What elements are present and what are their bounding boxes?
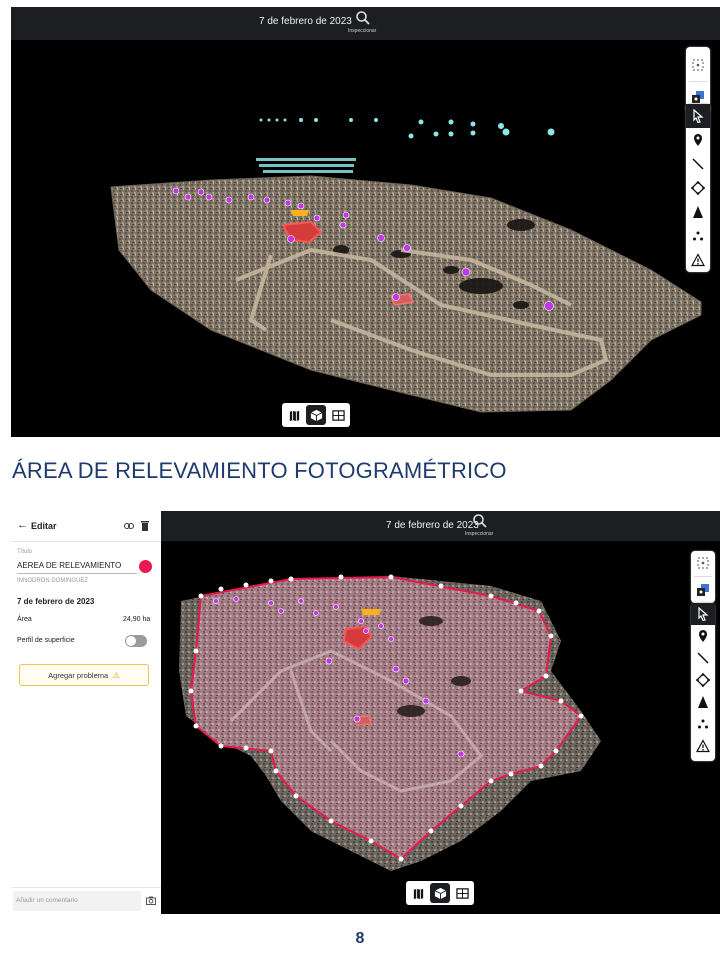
camera-toolbar (691, 551, 715, 603)
edit-panel: ← Editar Título AEREA DE RELEVAMIENTO IN… (11, 511, 162, 914)
terrain-model[interactable] (11, 40, 720, 437)
cursor-icon[interactable] (686, 104, 710, 128)
yellow-marker (361, 609, 381, 615)
dots-icon[interactable] (686, 224, 710, 248)
pin-icon[interactable] (691, 625, 715, 647)
title-field-label: Título (17, 549, 33, 555)
dots-icon[interactable] (691, 713, 715, 735)
inspect-icon[interactable] (355, 10, 371, 26)
focus-icon[interactable] (691, 551, 715, 575)
map-view-icon[interactable] (408, 883, 428, 903)
measure-toolbar (686, 104, 710, 272)
camera-icon[interactable] (146, 896, 156, 905)
3d-view-icon[interactable] (430, 883, 450, 903)
surface-profile-toggle[interactable] (125, 635, 147, 647)
split-view-icon[interactable] (452, 883, 472, 903)
inspect-label[interactable]: Inspeccionar (348, 28, 376, 34)
survey-area-polygon[interactable] (189, 575, 583, 861)
inspect-icon[interactable] (472, 513, 488, 529)
area-label: Área (17, 616, 32, 623)
cone-icon[interactable] (686, 200, 710, 224)
viewer-3d-bottom[interactable]: 7 de febrero de 2023 Inspeccionar (161, 511, 720, 914)
area-value: 24,90 ha (123, 616, 151, 623)
date-label: 7 de febrero de 2023 (259, 16, 352, 27)
warning-icon: ⚠ (112, 671, 120, 680)
panel-header: ← Editar (11, 511, 161, 542)
inspect-label[interactable]: Inspeccionar (465, 531, 493, 537)
add-problem-button[interactable]: Agregar problema ⚠ (19, 664, 149, 686)
add-problem-label: Agregar problema (48, 671, 109, 680)
top-bar: 7 de febrero de 2023 Inspeccionar (11, 7, 720, 40)
warning-icon[interactable] (691, 735, 715, 757)
link-icon[interactable] (124, 522, 134, 530)
top-bar: 7 de febrero de 2023 Inspeccionar (161, 511, 720, 541)
line-icon[interactable] (686, 152, 710, 176)
layers-icon[interactable] (691, 578, 715, 602)
polygon-icon[interactable] (686, 176, 710, 200)
viewer-3d-top[interactable]: 7 de febrero de 2023 Inspeccionar (11, 7, 720, 437)
map-view-icon[interactable] (284, 405, 304, 425)
date-label: 7 de febrero de 2023 (386, 520, 479, 531)
panel-title: Editar (31, 521, 57, 531)
section-title: ÁREA DE RELEVAMIENTO FOTOGRAMÉTRICO (12, 458, 507, 483)
comment-input[interactable]: Añadir un comentario (13, 891, 141, 911)
focus-icon[interactable] (686, 53, 710, 77)
line-icon[interactable] (691, 647, 715, 669)
3d-view-icon[interactable] (306, 405, 326, 425)
trash-icon[interactable] (141, 520, 149, 531)
point-cloud-clusters (256, 118, 555, 173)
measure-toolbar (691, 603, 715, 761)
cone-icon[interactable] (691, 691, 715, 713)
author-label: INNODRON DOMINGUEZ (17, 578, 88, 584)
view-switcher (282, 403, 350, 427)
color-picker-dot[interactable] (139, 560, 152, 573)
pin-icon[interactable] (686, 128, 710, 152)
page-number: 8 (355, 930, 365, 947)
cursor-icon[interactable] (691, 603, 715, 625)
terrain-model[interactable] (161, 541, 720, 914)
panel-date: 7 de febrero de 2023 (17, 597, 95, 606)
yellow-marker (291, 210, 309, 216)
warning-icon[interactable] (686, 248, 710, 272)
split-view-icon[interactable] (328, 405, 348, 425)
polygon-icon[interactable] (691, 669, 715, 691)
view-switcher (406, 881, 474, 905)
back-arrow-icon[interactable]: ← (17, 519, 28, 531)
surface-profile-label: Perfil de superficie (17, 637, 75, 644)
title-input[interactable]: AEREA DE RELEVAMIENTO (17, 561, 121, 570)
